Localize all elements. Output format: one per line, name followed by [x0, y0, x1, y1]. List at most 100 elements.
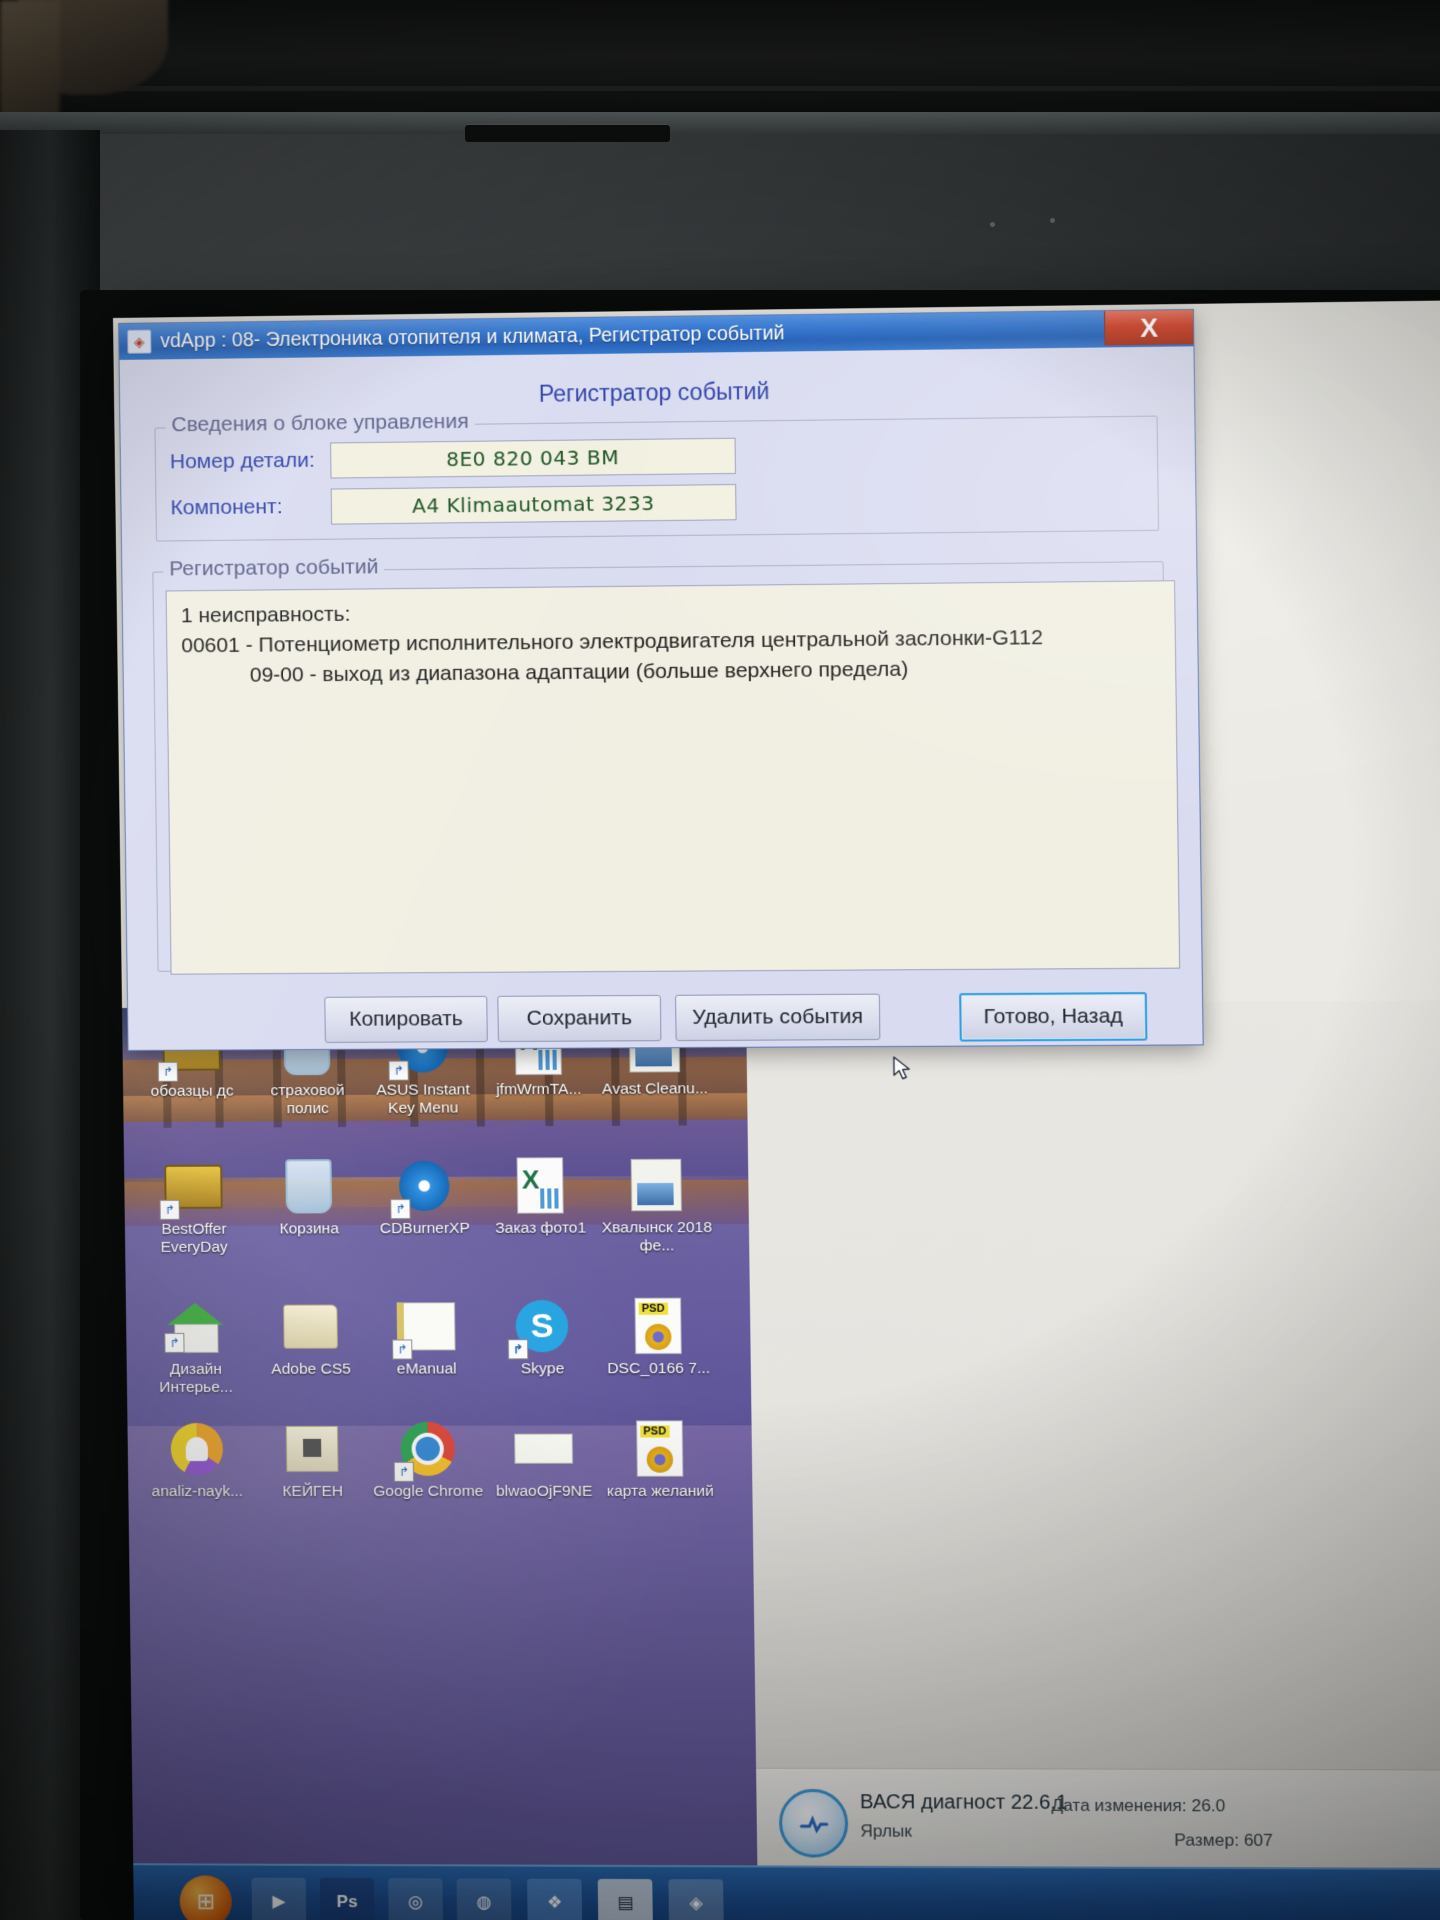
- desktop-icon-label: КЕЙГЕН: [282, 1482, 344, 1501]
- dashboard-shape-2: [0, 0, 60, 120]
- taskbar-item-app-blue[interactable]: ❖: [527, 1878, 583, 1920]
- close-button[interactable]: X: [1104, 309, 1194, 346]
- taskbar-item-photoshop[interactable]: Ps: [319, 1877, 375, 1920]
- excel-file-icon: [508, 1154, 571, 1217]
- taskbar-item-firefox[interactable]: ◍: [456, 1878, 512, 1920]
- text-note-icon: [512, 1418, 575, 1480]
- shortcut-arrow-icon: ↱: [390, 1198, 411, 1220]
- psd-file-icon: PSD: [628, 1417, 692, 1479]
- component-label: Компонент:: [170, 495, 283, 520]
- desktop-icon-hvalynsk-2018[interactable]: Хвалынск 2018 фе...: [596, 1154, 717, 1256]
- save-button[interactable]: Сохранить: [497, 994, 662, 1043]
- desktop-icon-label: Хвалынск 2018 фе...: [601, 1219, 713, 1255]
- desktop-icon-analiz-nayk[interactable]: analiz-nayk...: [137, 1418, 256, 1501]
- desktop-icon-bestoffer-everyday[interactable]: ↱ BestOffer EveryDay: [134, 1156, 253, 1258]
- window-body: Регистратор событий Сведения о блоке упр…: [119, 346, 1203, 1050]
- desktop-icon-keygen[interactable]: КЕЙГЕН: [253, 1418, 373, 1501]
- file-title: ВАСЯ диагност 22.6.1: [859, 1791, 1068, 1814]
- house-icon: ↱: [164, 1296, 227, 1358]
- copy-button[interactable]: Копировать: [324, 995, 488, 1043]
- desktop-icon-label: BestOffer EveryDay: [160, 1220, 228, 1256]
- photo-file-icon: [625, 1154, 689, 1217]
- control-unit-info-legend: Сведения о блоке управления: [165, 409, 475, 438]
- folder-icon: [279, 1295, 342, 1357]
- desktop-icon-dsc-0166[interactable]: PSD DSC_0166 7...: [598, 1295, 718, 1379]
- taskbar-item-chrome[interactable]: ◎: [388, 1878, 444, 1920]
- delete-events-button[interactable]: Удалить события: [675, 993, 881, 1042]
- chest-icon: ↱: [159, 1156, 225, 1220]
- desktop-icon-label: eManual: [396, 1360, 457, 1378]
- lock-icon: [165, 1418, 228, 1480]
- desktop-icon-label: jfmWrmTA...: [496, 1080, 582, 1099]
- file-modified: Дата изменения: 26.0: [1051, 1795, 1226, 1816]
- desktop-icon-emanual[interactable]: ↱ eManual: [366, 1295, 486, 1379]
- shortcut-arrow-icon: ↱: [159, 1199, 180, 1220]
- file-size: Размер: 607: [1174, 1830, 1273, 1850]
- desktop-icon-cdburnerxp[interactable]: ↱ CDBurnerXP: [365, 1155, 485, 1239]
- desktop-icon-label: Avast Cleanu...: [601, 1080, 709, 1098]
- component-value: A4 Klimaautomat 3233: [330, 484, 737, 525]
- vcds-shortcut-icon: [778, 1788, 849, 1858]
- component-row: Компонент: A4 Klimaautomat 3233: [170, 484, 737, 526]
- desktop-icon-label: Дизайн Интерье...: [159, 1360, 233, 1397]
- desktop-icon-skype[interactable]: S ↱ Skype: [482, 1295, 602, 1379]
- keygen-folder-icon: [281, 1418, 344, 1480]
- desktop-icon-dizayn-interier[interactable]: ↱ Дизайн Интерье...: [136, 1296, 255, 1397]
- camera-dot: [1050, 218, 1055, 223]
- psd-file-icon: PSD: [626, 1295, 690, 1358]
- file-subtitle: Ярлык: [860, 1821, 913, 1841]
- desktop-icon-label: страховой полис: [270, 1081, 345, 1118]
- desktop-icon-korzina[interactable]: Корзина: [249, 1155, 369, 1239]
- event-log-group: Регистратор событий 1 неисправность: 006…: [152, 555, 1181, 975]
- desktop-icon-label: Заказ фото1: [495, 1219, 587, 1237]
- shortcut-arrow-icon: ↱: [157, 1061, 179, 1082]
- vdapp-logo-icon: ◈: [127, 329, 152, 354]
- desktop-icon-zakaz-foto1[interactable]: Заказ фото1: [480, 1154, 600, 1238]
- desktop-icon-label: ASUS Instant Key Menu: [376, 1081, 470, 1117]
- part-number-label: Номер детали:: [169, 448, 315, 474]
- file-details-bar: ВАСЯ диагност 22.6.1 Ярлык Дата изменени…: [756, 1767, 1440, 1878]
- page-title: Регистратор событий: [538, 377, 770, 407]
- shortcut-arrow-icon: ↱: [393, 1461, 415, 1482]
- laptop-top-edge: [0, 112, 1440, 134]
- recycle-bin-icon: [277, 1155, 340, 1217]
- desktop-icon-adobe-cs5[interactable]: Adobe CS5: [251, 1295, 371, 1378]
- shortcut-arrow-icon: ↱: [164, 1332, 185, 1353]
- laptop-screen: ↱ обоазцы дс страховой полис ↱ ASUS Inst…: [113, 300, 1440, 1920]
- laptop-hinge: [465, 124, 670, 142]
- desktop-icon-label: CDBurnerXP: [379, 1219, 471, 1238]
- book-icon: ↱: [392, 1295, 458, 1360]
- cd-icon: ↱: [390, 1155, 456, 1220]
- taskbar[interactable]: ⊞ ▶ Ps ◎ ◍ ❖ ▤ ◈: [133, 1863, 1440, 1920]
- room-background: [0, 0, 1440, 128]
- desktop-icon-label: Google Chrome: [373, 1482, 484, 1500]
- desktop-icon-label: DSC_0166 7...: [607, 1359, 711, 1378]
- desktop-icon-label: обоазцы дс: [150, 1082, 234, 1100]
- desktop-icon-blwaoojf9ne[interactable]: blwaoOjF9NE: [484, 1417, 604, 1500]
- shortcut-arrow-icon: ↱: [392, 1339, 413, 1360]
- part-number-value: 8E0 820 043 BM: [330, 437, 736, 479]
- desktop-icon-label: analiz-nayk...: [151, 1483, 244, 1501]
- vdapp-window: ◈ vdApp : 08- Электроника отопителя и кл…: [118, 308, 1204, 1051]
- control-unit-info-group: Сведения о блоке управления Номер детали…: [154, 409, 1160, 542]
- desktop-icon-label: Skype: [520, 1360, 565, 1378]
- event-log-legend: Регистратор событий: [163, 555, 385, 582]
- skype-icon: S ↱: [507, 1295, 573, 1360]
- desktop-icon-google-chrome[interactable]: ↱ Google Chrome: [368, 1418, 488, 1501]
- shortcut-arrow-icon: ↱: [388, 1060, 409, 1081]
- desktop-icon-label: Корзина: [279, 1220, 339, 1238]
- photo-scene: ↱ обоазцы дс страховой полис ↱ ASUS Inst…: [0, 0, 1440, 1920]
- chrome-icon: ↱: [393, 1418, 459, 1482]
- part-number-row: Номер детали: 8E0 820 043 BM: [169, 437, 736, 481]
- shortcut-arrow-icon: ↱: [507, 1339, 529, 1360]
- taskbar-item-vcds[interactable]: ◈: [668, 1879, 724, 1920]
- window-title: vdApp : 08- Электроника отопителя и клим…: [160, 321, 785, 352]
- taskbar-item-explorer[interactable]: ▤: [597, 1878, 653, 1920]
- event-log-textarea[interactable]: 1 неисправность: 00601 - Потенциометр ис…: [165, 580, 1181, 975]
- desktop-icon-karta-zhelaniy[interactable]: PSD карта желаний: [600, 1417, 720, 1501]
- taskbar-item-media-player[interactable]: ▶: [251, 1877, 307, 1920]
- done-back-button[interactable]: Готово, Назад: [959, 992, 1148, 1042]
- desktop-icon-label: карта желаний: [606, 1482, 714, 1500]
- start-button[interactable]: ⊞: [179, 1875, 233, 1920]
- desktop-icon-label: blwaoOjF9NE: [495, 1482, 593, 1500]
